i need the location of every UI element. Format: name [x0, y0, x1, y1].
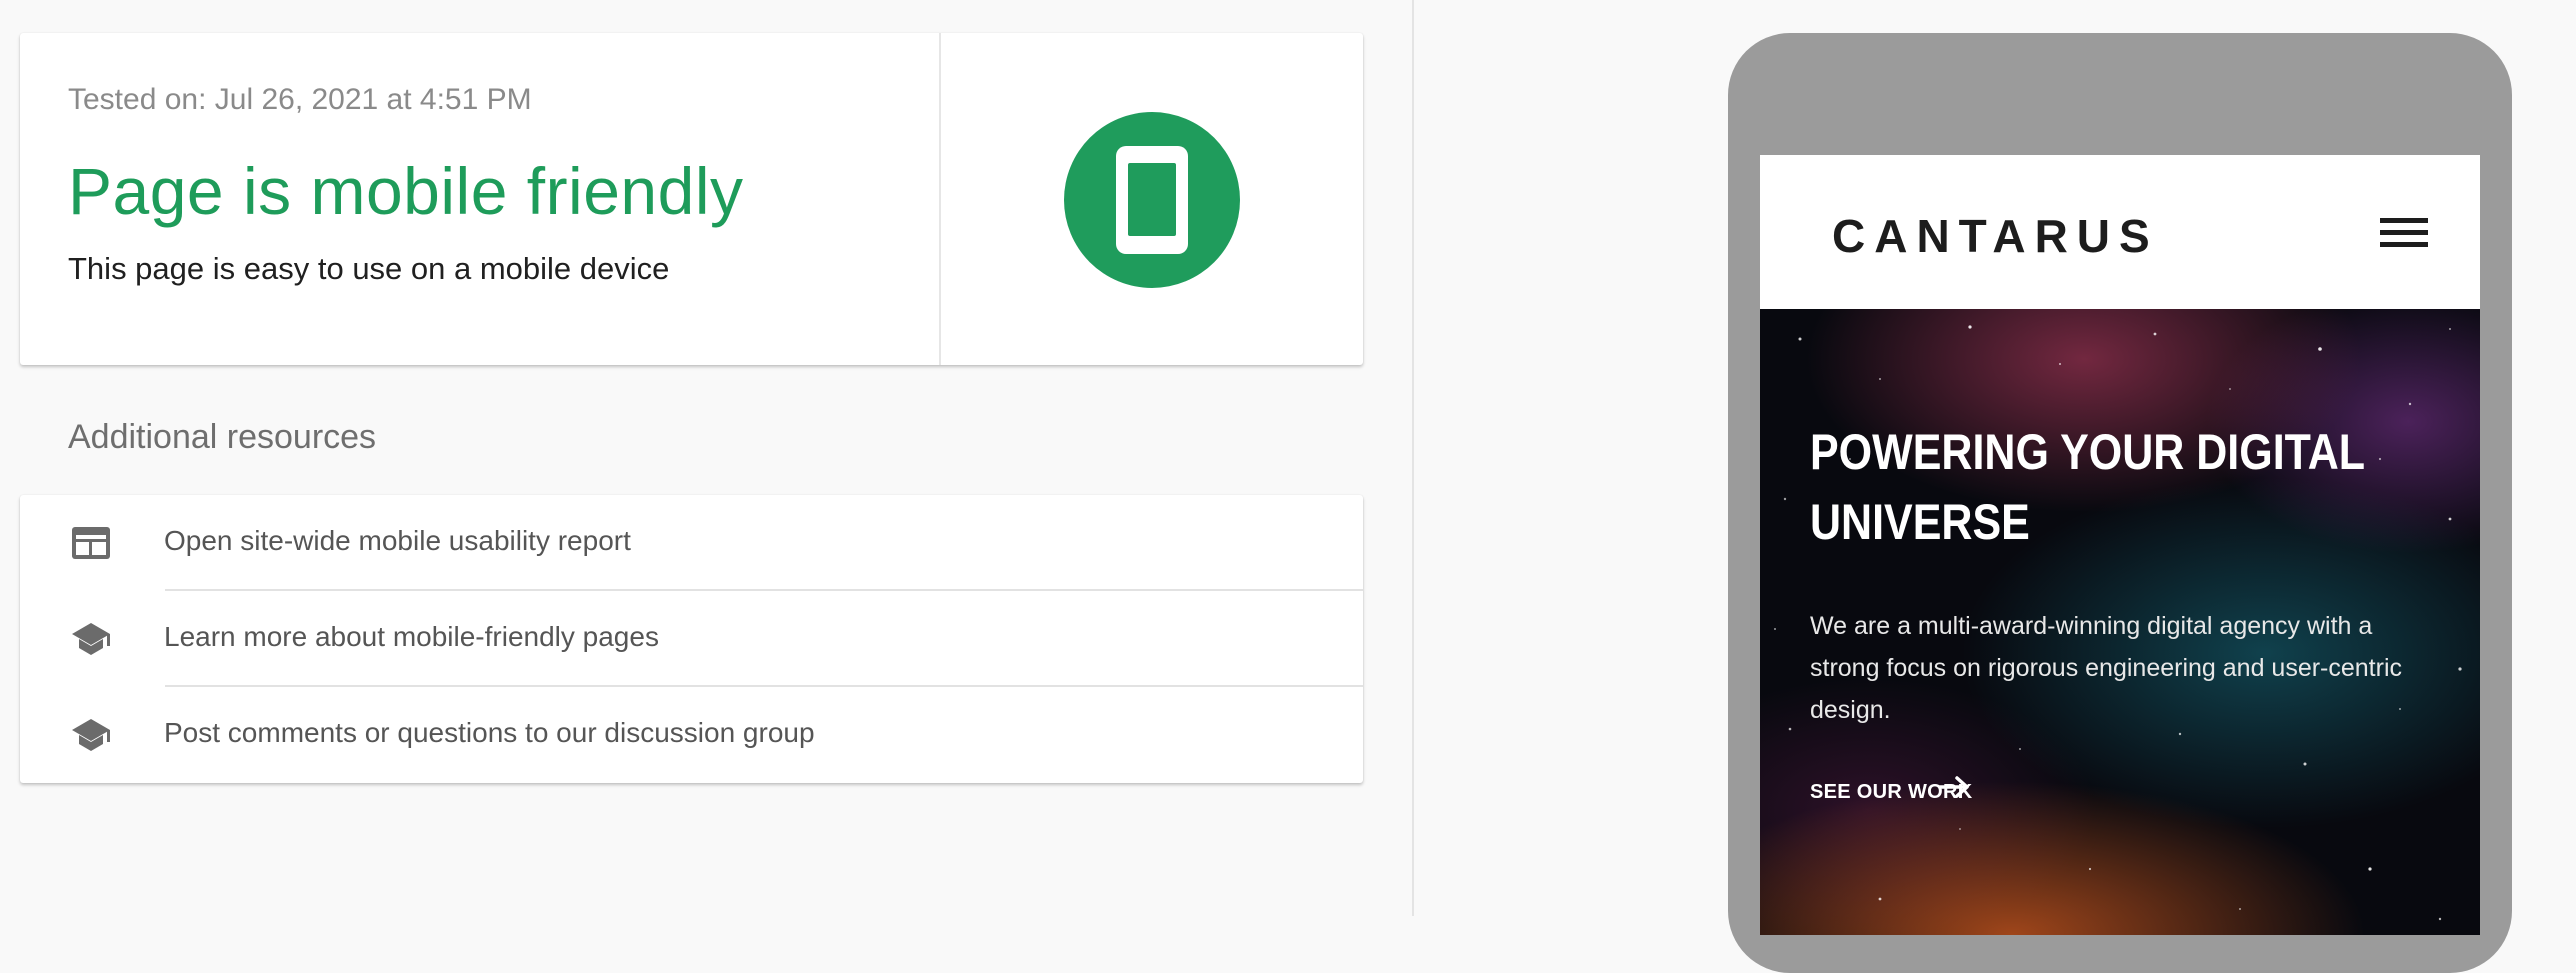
results-pane: Tested on: Jul 26, 2021 at 4:51 PM Page … — [0, 0, 1412, 916]
resource-label: Open site-wide mobile usability report — [164, 525, 631, 556]
result-summary: Tested on: Jul 26, 2021 at 4:51 PM Page … — [20, 33, 939, 365]
resource-label: Post comments or questions to our discus… — [164, 717, 815, 748]
resource-discussion-group-link[interactable]: Post comments or questions to our discus… — [20, 687, 1363, 783]
tested-on-timestamp: Tested on: Jul 26, 2021 at 4:51 PM — [68, 83, 532, 116]
hero-title-line: POWERING YOUR DIGITAL — [1810, 424, 2366, 480]
school-icon — [72, 623, 110, 655]
pane-divider — [1412, 0, 1414, 916]
hero-section: POWERING YOUR DIGITAL UNIVERSE We are a … — [1760, 309, 2480, 935]
mobile-friendly-badge — [1064, 112, 1240, 288]
site-header: CANTARUS — [1760, 155, 2480, 309]
report-icon — [72, 527, 110, 559]
site-logo: CANTARUS — [1832, 210, 2159, 262]
verdict-heading: Page is mobile friendly — [68, 154, 744, 228]
smartphone-icon — [1116, 146, 1188, 254]
verdict-subtitle: This page is easy to use on a mobile dev… — [68, 251, 670, 286]
hero-title-line: UNIVERSE — [1810, 494, 2030, 550]
result-card: Tested on: Jul 26, 2021 at 4:51 PM Page … — [20, 33, 1363, 365]
resource-learn-more-link[interactable]: Learn more about mobile-friendly pages — [20, 591, 1363, 687]
school-icon — [72, 719, 110, 751]
hero-title: POWERING YOUR DIGITAL UNIVERSE — [1810, 417, 2366, 557]
resource-usability-report-link[interactable]: Open site-wide mobile usability report — [20, 495, 1363, 591]
resource-label: Learn more about mobile-friendly pages — [164, 621, 659, 652]
resources-list: Open site-wide mobile usability report L… — [20, 495, 1363, 783]
hero-description: We are a multi-award-winning digital age… — [1810, 612, 2403, 724]
card-divider — [939, 33, 941, 365]
hamburger-menu-icon[interactable] — [2380, 215, 2428, 251]
phone-preview-screen[interactable]: CANTARUS POWERING YOUR DIGITAL UNIVERSE … — [1760, 155, 2480, 935]
arrow-right-icon[interactable] — [1938, 775, 1972, 799]
additional-resources-heading: Additional resources — [68, 418, 377, 456]
